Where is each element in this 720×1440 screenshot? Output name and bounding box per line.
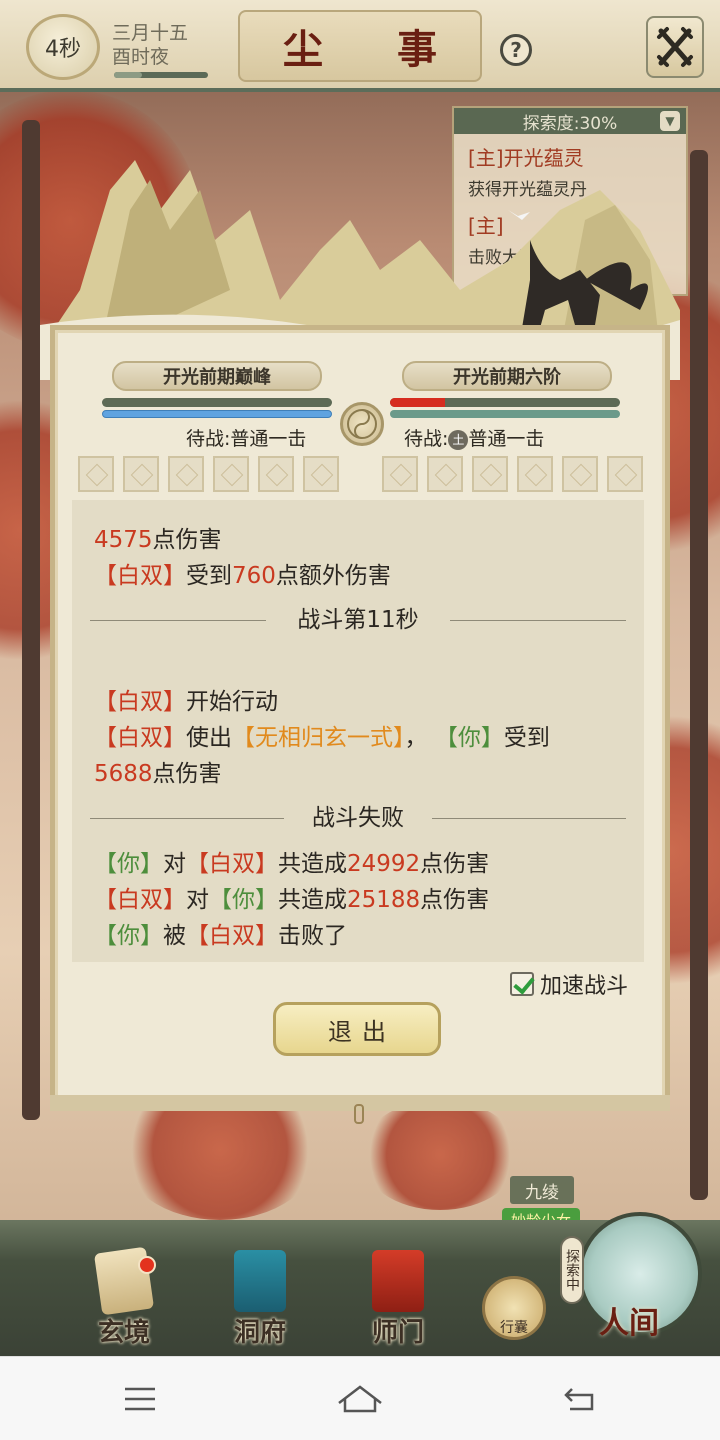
home-icon	[338, 1385, 382, 1413]
battle-log[interactable]: 4575点伤害 【白双】受到760点额外伤害 战斗第11秒 【白双】开始行动 【…	[72, 500, 644, 962]
world-map-label: 人间	[599, 1306, 659, 1341]
npc-name-label[interactable]: 九绫	[510, 1176, 574, 1204]
log-line: 【白双】开始行动	[94, 689, 278, 715]
timer-badge: 4秒	[26, 14, 100, 80]
round-separator: 战斗第11秒	[90, 602, 626, 638]
system-nav-bar	[0, 1356, 720, 1440]
back-icon	[564, 1388, 594, 1411]
battle-result-separator: 战斗失败	[90, 800, 626, 836]
yin-yang-icon	[340, 402, 384, 446]
close-button[interactable]	[646, 16, 704, 78]
skill-slot[interactable]	[78, 456, 114, 492]
home-button[interactable]	[330, 1379, 390, 1419]
pavilion-icon	[234, 1250, 286, 1312]
help-button[interactable]: ?	[500, 34, 532, 66]
player-status: 待战:普通一击	[186, 428, 307, 450]
exploration-progress: 探索度:30%	[522, 113, 618, 134]
player-hp-bar	[102, 398, 332, 407]
speedup-toggle[interactable]: 加速战斗	[510, 968, 628, 1000]
earth-element-icon: 土	[448, 429, 469, 450]
skill-slot[interactable]	[562, 456, 598, 492]
skill-slot[interactable]	[213, 456, 249, 492]
skill-slot[interactable]	[258, 456, 294, 492]
skill-slot[interactable]	[427, 456, 463, 492]
skill-slot[interactable]	[382, 456, 418, 492]
skill-slot[interactable]	[168, 456, 204, 492]
exit-button[interactable]: 退出	[273, 1002, 441, 1056]
log-line: 【白双】使出【无相归玄一式】， 【你】受到	[94, 725, 550, 751]
player-rank: 开光前期巅峰	[112, 361, 322, 391]
enemy-rank: 开光前期六阶	[402, 361, 612, 391]
inventory-bag-button[interactable]: 行囊	[482, 1276, 546, 1340]
skill-slot[interactable]	[472, 456, 508, 492]
skill-slot[interactable]	[303, 456, 339, 492]
page-title: 尘 事	[238, 10, 482, 82]
enemy-hp-fill	[390, 398, 445, 407]
crossed-swords-icon	[657, 27, 693, 67]
banner-icon	[372, 1250, 424, 1312]
time-progress-bar	[114, 72, 208, 78]
log-line: 5688点伤害	[94, 761, 222, 787]
skill-slot[interactable]	[123, 456, 159, 492]
skill-slot[interactable]	[517, 456, 553, 492]
menu-button[interactable]	[110, 1379, 170, 1419]
game-time: 酉时夜	[112, 46, 170, 68]
player-mp-bar	[102, 410, 332, 418]
nav-shimen[interactable]: 师门	[348, 1250, 448, 1350]
menu-icon	[125, 1387, 155, 1411]
skill-slot[interactable]	[607, 456, 643, 492]
summary-line: 【你】对【白双】共造成24992点伤害	[94, 851, 490, 877]
top-bar: 4秒 三月十五 酉时夜 尘 事 ?	[0, 0, 720, 92]
game-date: 三月十五	[112, 22, 189, 44]
speedup-label: 加速战斗	[540, 974, 629, 999]
speedup-checkbox[interactable]	[510, 972, 534, 996]
enemy-status: 待战: 土普通一击	[404, 428, 545, 450]
log-line: 【白双】受到760点额外伤害	[94, 563, 391, 589]
summary-line: 【你】被【白双】击败了	[94, 923, 347, 949]
notification-dot	[138, 1256, 156, 1274]
back-button[interactable]	[550, 1379, 610, 1419]
enemy-mp-bar	[390, 410, 620, 418]
nav-xuanjing[interactable]: 玄境	[74, 1246, 174, 1350]
exploring-status: 探索中	[560, 1236, 584, 1304]
nav-dongfu[interactable]: 洞府	[210, 1250, 310, 1350]
summary-line: 【白双】对【你】共造成25188点伤害	[94, 887, 490, 913]
log-line: 4575点伤害	[94, 527, 222, 553]
scroll-pin-icon	[354, 1104, 364, 1124]
chevron-down-icon[interactable]: ▼	[660, 111, 680, 131]
